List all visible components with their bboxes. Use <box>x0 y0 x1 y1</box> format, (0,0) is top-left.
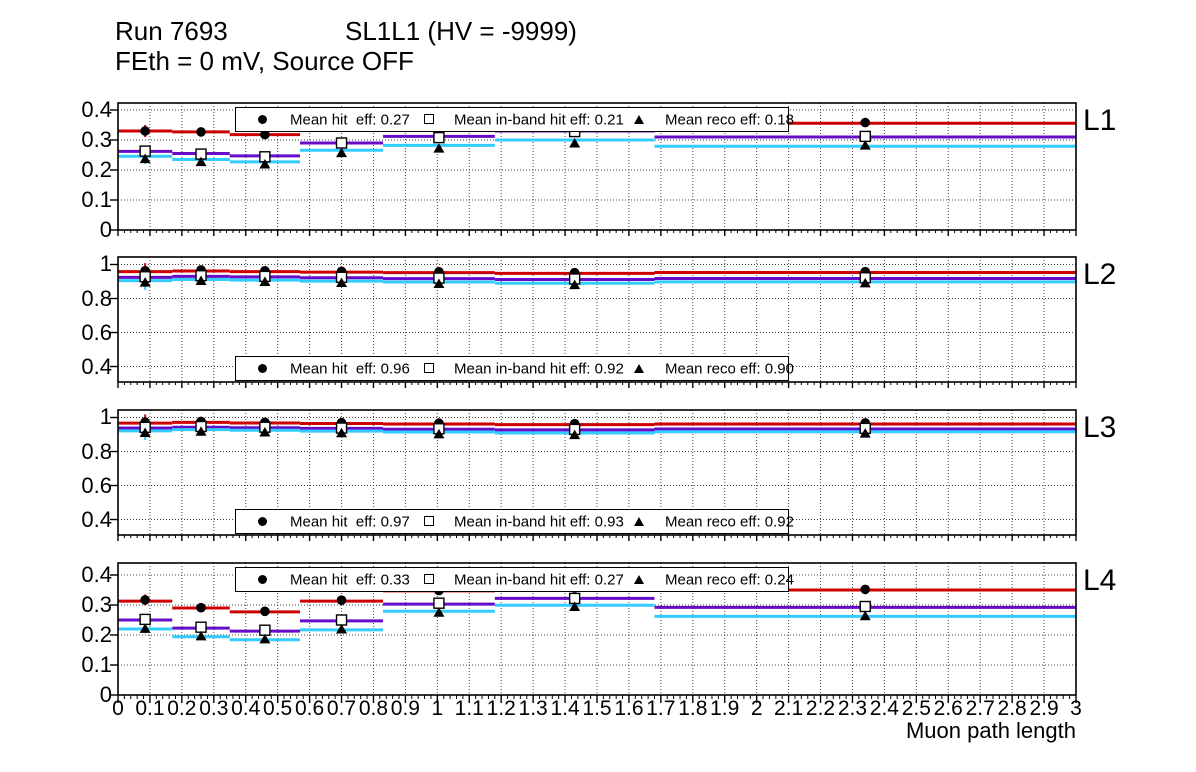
y-tick-label-L2: 1 <box>99 251 112 277</box>
square-marker-icon <box>423 574 434 585</box>
title-chamber: SL1L1 (HV = -9999) <box>345 16 577 46</box>
legend-L3: Mean hit eff: 0.97 Mean in-band hit eff:… <box>235 509 794 534</box>
triangle-marker-icon <box>634 115 644 124</box>
panel-label-L2: L2 <box>1083 258 1117 291</box>
legend-label-inband: Mean in-band hit eff: 0.27 <box>454 571 624 588</box>
circle-marker-icon <box>257 575 267 584</box>
circle-marker-icon <box>257 517 267 526</box>
panel-label-L4: L4 <box>1083 564 1117 597</box>
y-tick-label-L4: 0.2 <box>81 622 112 647</box>
circle-marker-icon <box>257 115 267 124</box>
x-tick-label: 3 <box>1070 697 1082 720</box>
legend-label-reco: Mean reco eff: 0.92 <box>665 513 794 530</box>
triangle-marker-icon <box>634 575 644 584</box>
legend-label-hit: Mean hit eff: 0.96 <box>290 360 410 377</box>
square-marker-icon <box>423 363 434 374</box>
y-tick-label-L4: 0.4 <box>81 562 112 587</box>
y-tick-label-L2: 0.8 <box>81 285 112 311</box>
y-tick-label-L1: 0.1 <box>81 186 112 212</box>
y-tick-label-L3: 0.6 <box>81 472 112 498</box>
legend-label-inband: Mean in-band hit eff: 0.21 <box>454 111 624 128</box>
y-tick-label-L4: 0.3 <box>81 592 112 617</box>
legend-L2: Mean hit eff: 0.96 Mean in-band hit eff:… <box>235 356 794 381</box>
legend-label-hit: Mean hit eff: 0.27 <box>290 111 410 128</box>
triangle-marker-icon <box>634 364 644 373</box>
legend-label-hit: Mean hit eff: 0.97 <box>290 513 410 530</box>
legend-label-inband: Mean in-band hit eff: 0.93 <box>454 513 624 530</box>
panel-label-L1: L1 <box>1083 104 1117 137</box>
legend-label-reco: Mean reco eff: 0.90 <box>665 360 794 377</box>
triangle-marker-icon <box>634 517 644 526</box>
y-tick-label-L4: 0.1 <box>81 652 112 677</box>
legend-L1: Mean hit eff: 0.27 Mean in-band hit eff:… <box>235 107 794 132</box>
y-tick-label-L1: 0.2 <box>81 156 112 182</box>
title-subtitle: FEth = 0 mV, Source OFF <box>115 46 414 76</box>
legend-label-hit: Mean hit eff: 0.33 <box>290 571 410 588</box>
y-tick-label-L3: 0.8 <box>81 438 112 464</box>
square-marker-icon <box>423 516 434 527</box>
legend-L4: Mean hit eff: 0.33 Mean in-band hit eff:… <box>235 567 794 592</box>
y-tick-label-L1: 0.4 <box>81 96 112 122</box>
legend-label-reco: Mean reco eff: 0.24 <box>665 571 794 588</box>
square-marker-icon <box>423 114 434 125</box>
circle-marker-icon <box>257 364 267 373</box>
panel-label-L3: L3 <box>1083 411 1117 444</box>
y-tick-label-L2: 0.4 <box>81 353 112 379</box>
y-tick-label-L3: 1 <box>99 404 112 430</box>
efficiency-canvas: Run 7693 SL1L1 (HV = -9999) FEth = 0 mV,… <box>0 0 1196 772</box>
y-tick-label-L1: 0 <box>99 217 112 242</box>
legend-label-reco: Mean reco eff: 0.18 <box>665 111 794 128</box>
legend-label-inband: Mean in-band hit eff: 0.92 <box>454 360 624 377</box>
y-tick-label-L1: 0.3 <box>81 126 112 152</box>
y-tick-label-L3: 0.4 <box>81 506 112 532</box>
title-run: Run 7693 <box>115 16 228 46</box>
x-axis-title: Muon path length <box>905 718 1076 743</box>
y-tick-label-L2: 0.6 <box>81 319 112 345</box>
